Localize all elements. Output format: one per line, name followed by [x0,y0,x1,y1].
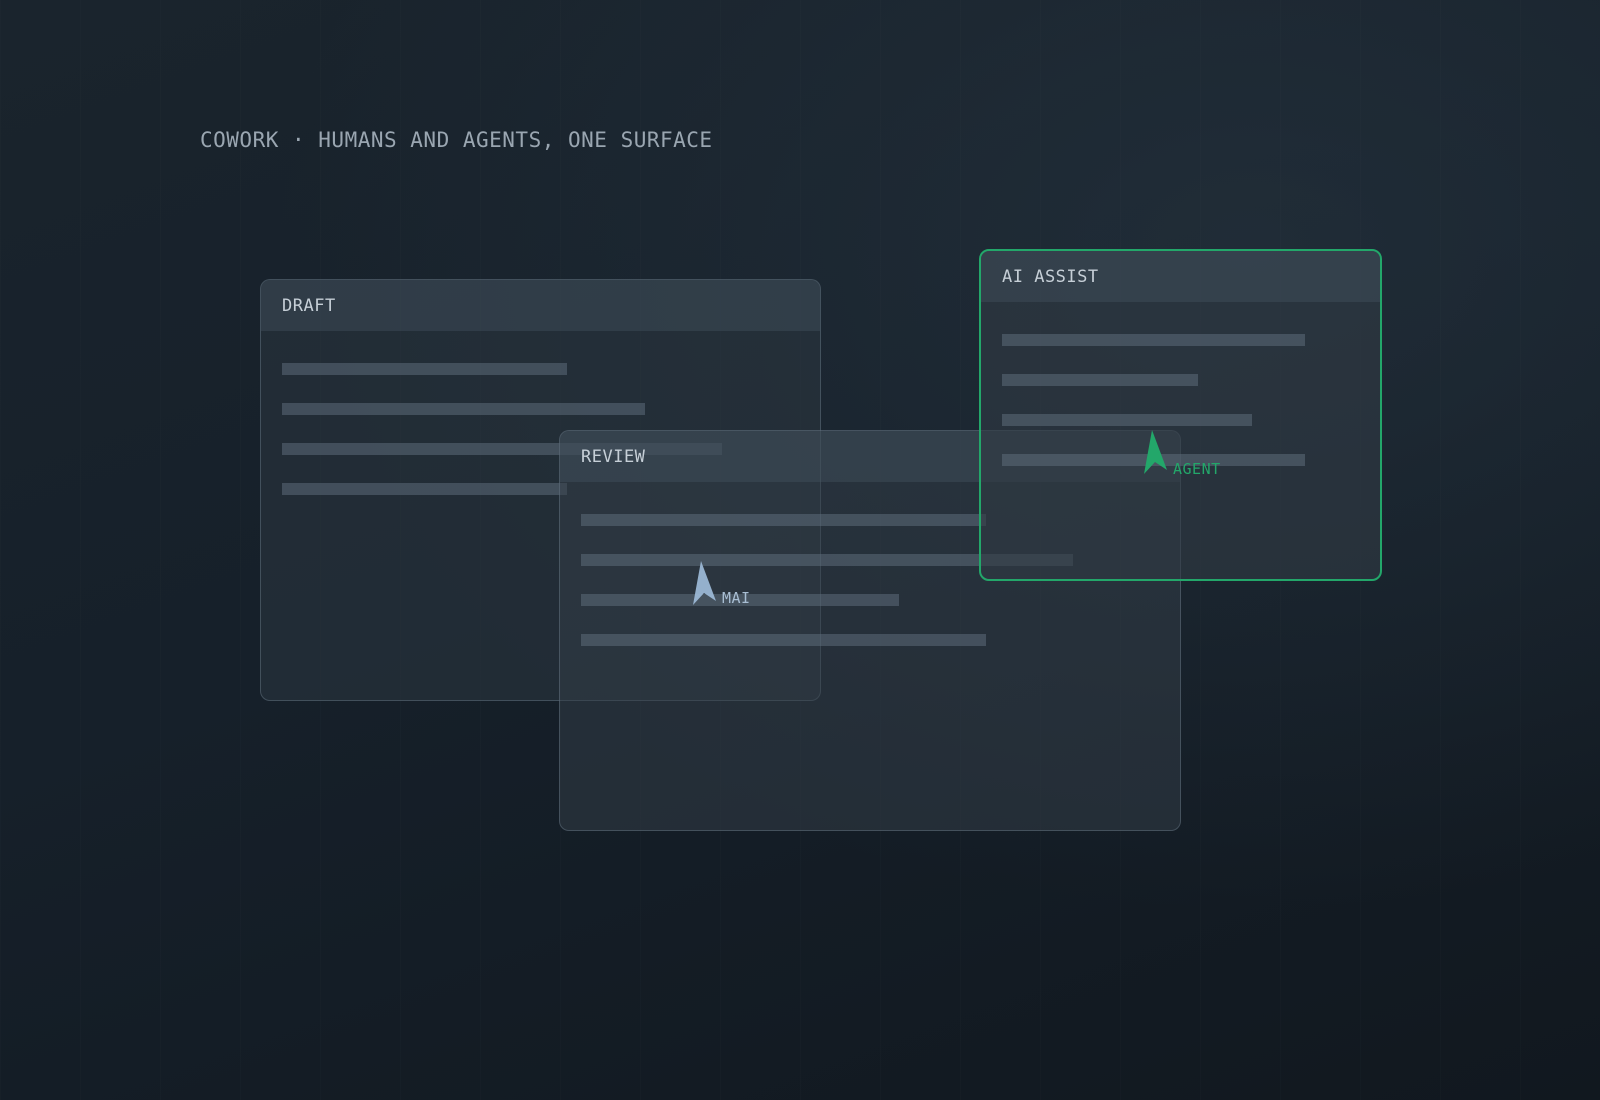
agent-cursor-label: AGENT [1173,460,1221,478]
draft-panel-title: DRAFT [282,295,336,316]
placeholder-line [1002,414,1252,426]
ai-assist-panel-title: AI ASSIST [1002,266,1099,287]
draft-panel-header[interactable]: DRAFT [261,280,820,331]
human-cursor-label: MAI [722,589,751,607]
placeholder-line [581,514,986,526]
placeholder-line [282,363,567,375]
placeholder-line [282,483,567,495]
cursor-arrow-icon [1144,430,1167,474]
placeholder-line [1002,374,1198,386]
cursor-arrow-icon [693,561,716,605]
ai-assist-panel-header[interactable]: AI ASSIST [981,251,1380,302]
ai-assist-panel[interactable]: AI ASSIST [979,249,1382,581]
page-title: COWORK · HUMANS AND AGENTS, ONE SURFACE [200,128,713,152]
placeholder-line [282,403,645,415]
review-panel-title: REVIEW [581,446,646,467]
placeholder-line [581,634,986,646]
placeholder-line [1002,334,1305,346]
